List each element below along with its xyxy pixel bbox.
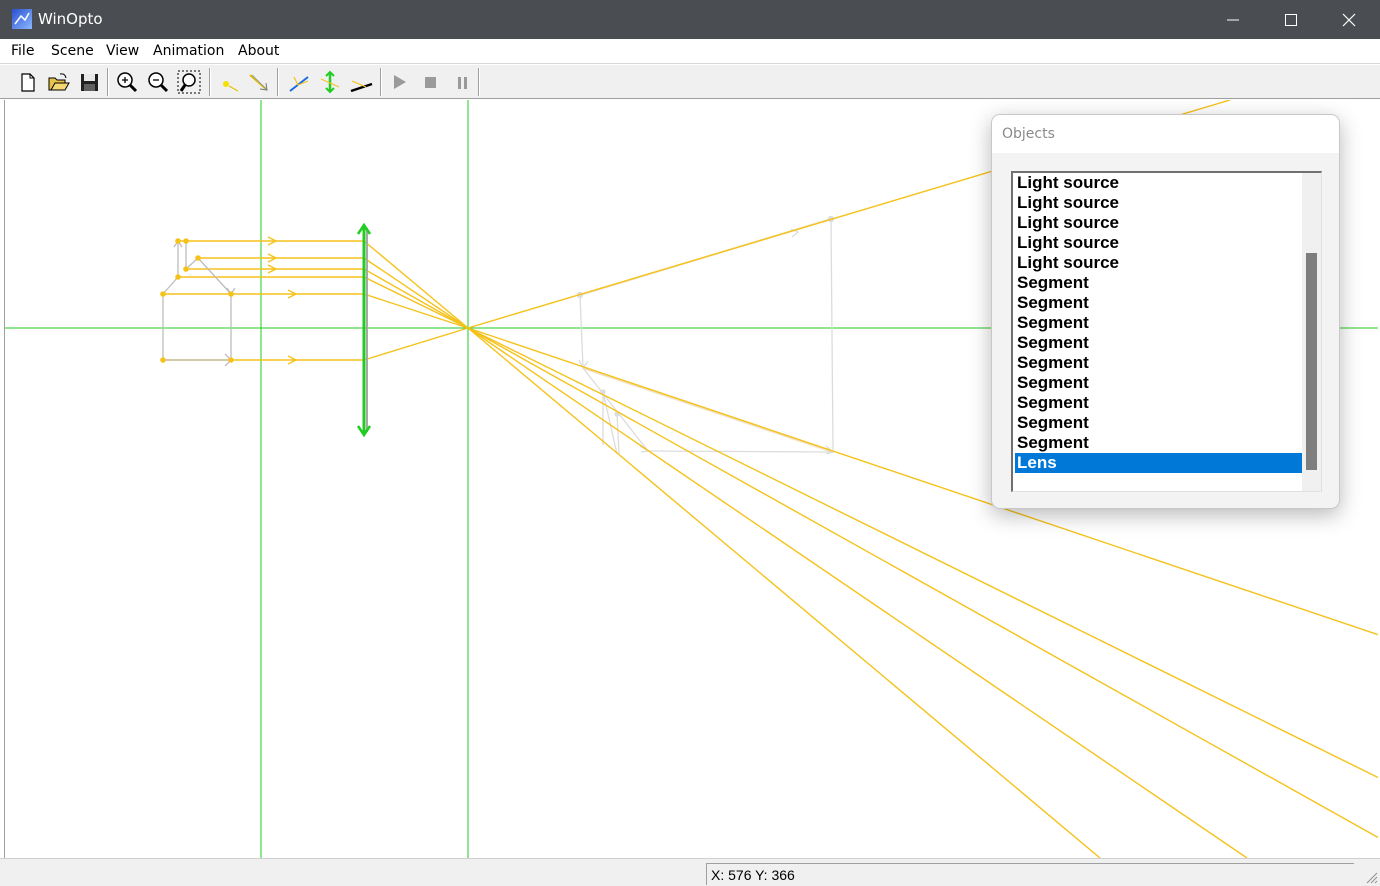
list-item[interactable]: Segment xyxy=(1015,333,1302,353)
window-title: WinOpto xyxy=(38,10,103,28)
objects-scrollbar-thumb[interactable] xyxy=(1306,253,1317,470)
maximize-button[interactable] xyxy=(1262,0,1320,39)
pause-icon xyxy=(458,77,467,89)
mirror-icon xyxy=(289,76,309,92)
objects-panel-header[interactable]: Objects xyxy=(992,115,1339,153)
menu-file[interactable]: File xyxy=(11,43,34,59)
toolbar-separator xyxy=(380,68,382,96)
objects-panel[interactable]: Objects Light source Light source Light … xyxy=(991,114,1340,509)
zoom-fit-button[interactable] xyxy=(176,69,202,95)
list-item[interactable]: Segment xyxy=(1015,313,1302,333)
list-item[interactable]: Segment xyxy=(1015,273,1302,293)
close-icon xyxy=(1342,13,1356,27)
list-item-selected[interactable]: Lens xyxy=(1015,453,1302,473)
segment-icon xyxy=(350,80,373,93)
toolbar-separator xyxy=(478,68,480,96)
list-item[interactable]: Segment xyxy=(1015,413,1302,433)
list-item[interactable]: Light source xyxy=(1015,233,1302,253)
source-points xyxy=(160,238,234,363)
objects-list[interactable]: Light source Light source Light source L… xyxy=(1011,171,1322,492)
zoom-out-icon xyxy=(148,72,169,93)
list-item[interactable]: Light source xyxy=(1015,193,1302,213)
lens-button[interactable] xyxy=(317,69,343,95)
list-item[interactable]: Segment xyxy=(1015,293,1302,313)
list-item[interactable]: Segment xyxy=(1015,353,1302,373)
ray-icon xyxy=(249,74,268,91)
minimize-button[interactable] xyxy=(1204,0,1262,39)
toolbar-separator xyxy=(209,68,211,96)
objects-panel-title: Objects xyxy=(1002,126,1055,142)
list-item[interactable]: Light source xyxy=(1015,213,1302,233)
open-button[interactable] xyxy=(45,69,71,95)
objects-scrollbar[interactable] xyxy=(1302,173,1321,491)
toolbar-separator xyxy=(277,68,279,96)
list-item[interactable]: Segment xyxy=(1015,373,1302,393)
menu-bar: File Scene View Animation About xyxy=(0,39,1380,64)
menu-animation[interactable]: Animation xyxy=(153,43,224,59)
app-window: WinOpto File Scene View Animation About xyxy=(0,0,1380,886)
zoom-out-button[interactable] xyxy=(145,69,171,95)
segment-button[interactable] xyxy=(348,69,374,95)
virtual-image xyxy=(576,215,835,455)
open-icon xyxy=(48,73,70,91)
save-icon xyxy=(81,74,98,91)
lens[interactable] xyxy=(356,222,372,438)
list-item[interactable]: Light source xyxy=(1015,173,1302,193)
pause-button[interactable] xyxy=(449,69,475,95)
menu-scene[interactable]: Scene xyxy=(51,43,94,59)
list-item[interactable]: Segment xyxy=(1015,433,1302,453)
resize-grip-icon[interactable] xyxy=(1364,870,1378,884)
zoom-in-icon xyxy=(117,72,138,93)
list-item[interactable]: Segment xyxy=(1015,393,1302,413)
lens-icon xyxy=(320,70,340,94)
ray-button[interactable] xyxy=(246,69,272,95)
zoom-fit-icon xyxy=(177,70,201,94)
minimize-icon xyxy=(1227,19,1239,21)
close-button[interactable] xyxy=(1320,0,1378,39)
status-bar: X: 576 Y: 366 xyxy=(0,858,1380,886)
cursor-coordinates: X: 576 Y: 366 xyxy=(711,867,795,883)
play-button[interactable] xyxy=(387,69,413,95)
title-bar[interactable]: WinOpto xyxy=(0,0,1380,39)
stop-button[interactable] xyxy=(418,69,444,95)
maximize-icon xyxy=(1285,14,1297,26)
menu-view[interactable]: View xyxy=(106,43,139,59)
light-source-icon xyxy=(223,81,239,92)
zoom-in-button[interactable] xyxy=(114,69,140,95)
save-button[interactable] xyxy=(76,69,102,95)
toolbar-separator xyxy=(107,68,109,96)
status-panel: X: 576 Y: 366 xyxy=(706,863,1354,885)
menu-about[interactable]: About xyxy=(238,43,279,59)
toolbar xyxy=(0,65,1380,99)
new-button[interactable] xyxy=(14,69,40,95)
mirror-button[interactable] xyxy=(286,69,312,95)
play-icon xyxy=(394,75,406,89)
new-icon xyxy=(21,73,35,92)
app-icon xyxy=(12,9,32,29)
list-item[interactable]: Light source xyxy=(1015,253,1302,273)
stop-icon xyxy=(425,77,436,88)
light-source-button[interactable] xyxy=(217,69,243,95)
